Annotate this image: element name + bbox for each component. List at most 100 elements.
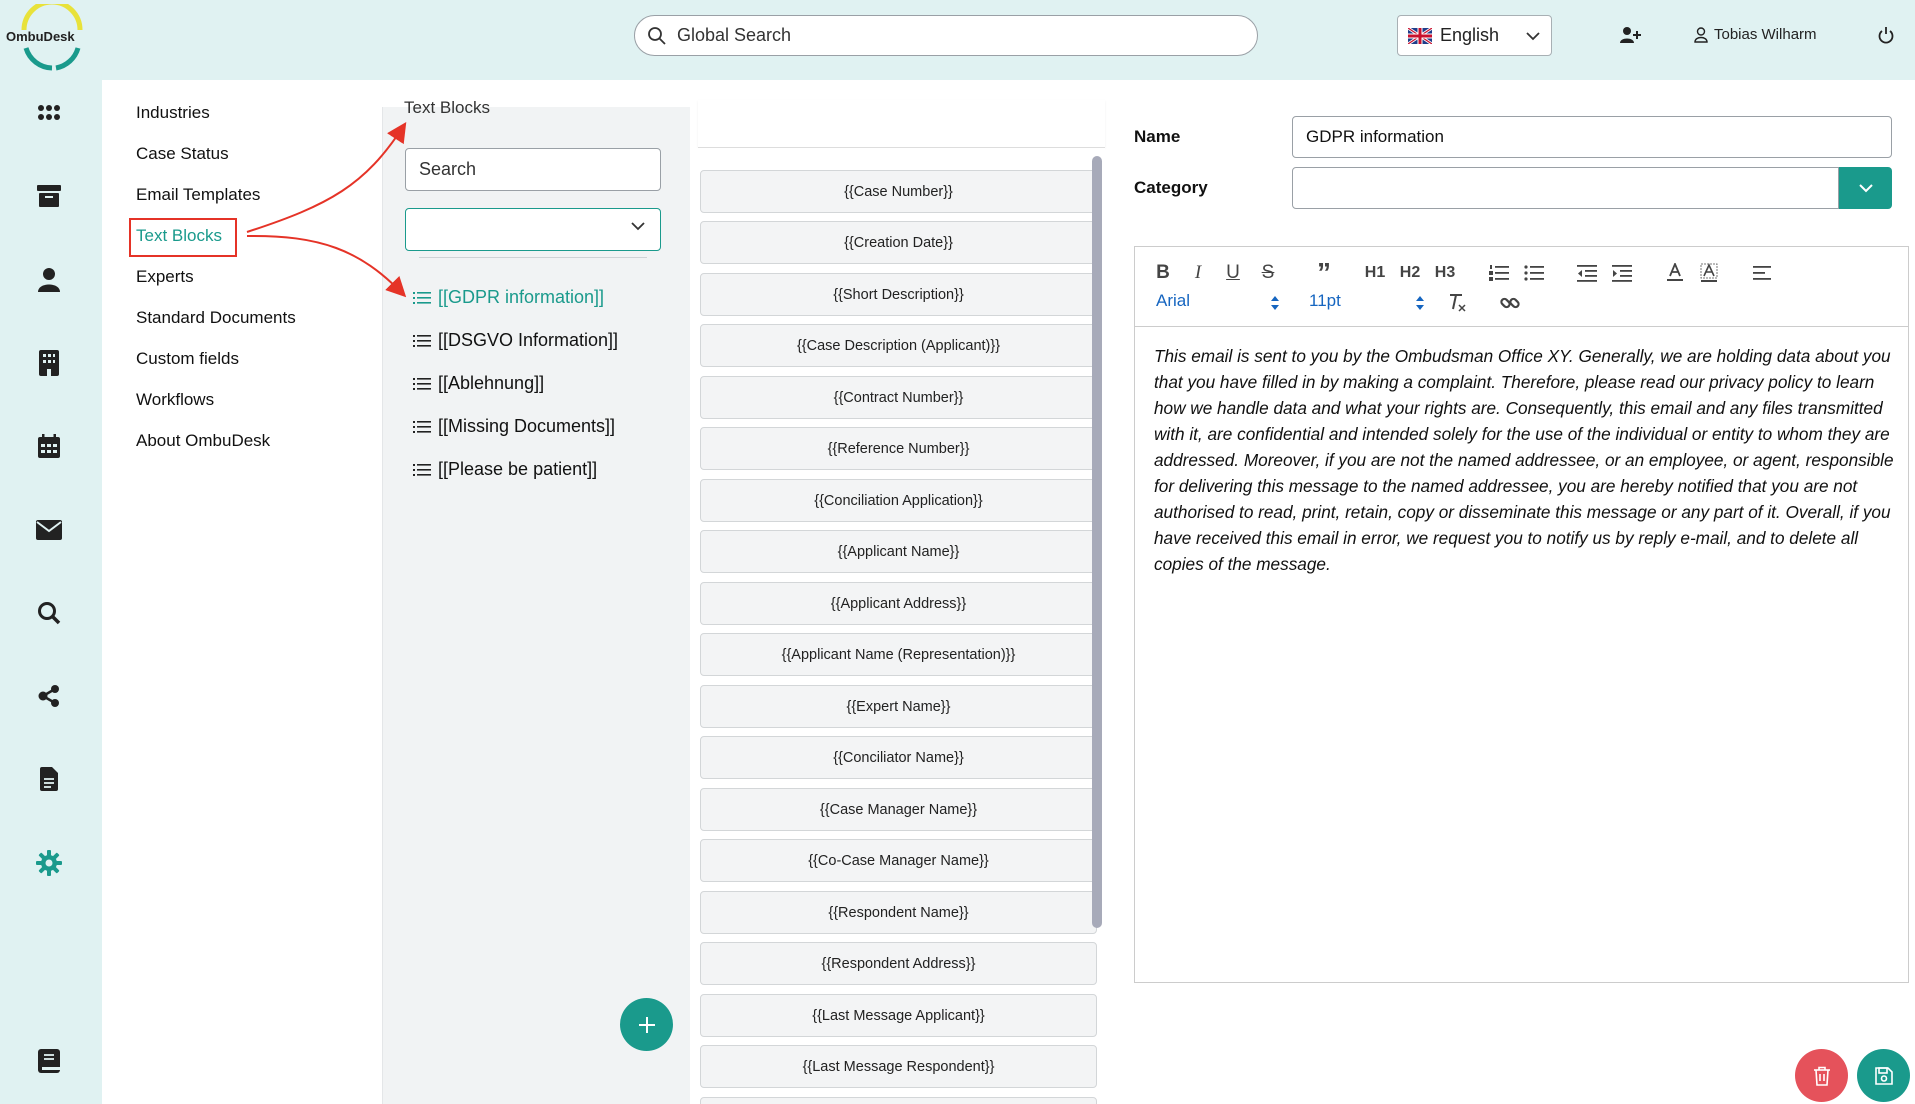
placeholder-list: {{Case Number}} {{Creation Date}} {{Shor… xyxy=(690,148,1105,1104)
clear-format-icon[interactable] xyxy=(1445,291,1469,315)
align-left-icon[interactable] xyxy=(1750,261,1774,285)
heading-3-button[interactable]: H3 xyxy=(1433,261,1457,285)
user-menu[interactable]: Tobias Wilharm xyxy=(1694,26,1817,43)
add-user-icon[interactable] xyxy=(1620,26,1642,49)
editor-toolbar: B I U S ” H1 H2 H3 Arial 11pt xyxy=(1135,247,1908,327)
plus-icon xyxy=(638,1016,655,1033)
placeholder-button[interactable]: {{Case Manager Name}} xyxy=(700,788,1097,831)
text-block-label: [[Missing Documents]] xyxy=(438,416,616,436)
placeholder-button[interactable]: {{Respondent Name}} xyxy=(700,891,1097,934)
placeholder-button[interactable]: {{Respondent Address}} xyxy=(700,942,1097,985)
uk-flag-icon xyxy=(1408,27,1432,44)
placeholder-button[interactable]: {{Last Message Respondent}} xyxy=(700,1045,1097,1088)
menu-item-standard-documents[interactable]: Standard Documents xyxy=(136,308,296,328)
share-icon[interactable] xyxy=(36,683,62,709)
placeholder-scrollbar[interactable] xyxy=(1092,156,1102,928)
text-block-item[interactable]: [[Missing Documents]] xyxy=(413,416,615,437)
placeholder-button[interactable]: {{Case Description (Applicant)}} xyxy=(700,324,1097,367)
global-search-input[interactable]: Global Search xyxy=(634,15,1258,56)
bold-button[interactable]: B xyxy=(1151,261,1175,285)
category-label: Category xyxy=(1134,178,1208,197)
placeholder-button[interactable]: {{Creation Date}} xyxy=(700,221,1097,264)
font-family-select[interactable]: Arial xyxy=(1156,291,1190,311)
placeholder-button[interactable]: {{Reference Number}} xyxy=(700,427,1097,470)
placeholder-button[interactable]: {{Contract Number}} xyxy=(700,376,1097,419)
placeholder-button[interactable]: {{Expert Name}} xyxy=(700,685,1097,728)
text-blocks-title: Text Blocks xyxy=(404,98,490,117)
background-color-icon[interactable] xyxy=(1697,261,1721,285)
text-block-item[interactable]: [[Ablehnung]] xyxy=(413,373,544,394)
user-icon xyxy=(1694,26,1708,43)
person-icon[interactable] xyxy=(36,267,62,293)
underline-button[interactable]: U xyxy=(1221,261,1245,285)
text-block-label: [[Please be patient]] xyxy=(438,459,598,479)
user-name: Tobias Wilharm xyxy=(1714,26,1817,43)
outdent-icon[interactable] xyxy=(1575,261,1599,285)
text-blocks-category-select[interactable] xyxy=(405,208,661,251)
placeholder-button[interactable]: {{Applicant Address}} xyxy=(700,582,1097,625)
bullet-list-icon[interactable] xyxy=(1522,261,1546,285)
menu-item-industries[interactable]: Industries xyxy=(136,103,210,123)
chevron-down-icon xyxy=(631,222,645,231)
menu-item-about[interactable]: About OmbuDesk xyxy=(136,431,270,451)
name-field[interactable]: GDPR information xyxy=(1292,116,1892,158)
text-block-label: [[DSGVO Information]] xyxy=(438,330,619,350)
power-icon[interactable] xyxy=(1878,26,1894,49)
text-block-item[interactable]: [[Please be patient]] xyxy=(413,459,597,480)
strikethrough-button[interactable]: S xyxy=(1256,261,1280,285)
placeholder-button[interactable]: {{Applicant Name (Representation)}} xyxy=(700,633,1097,676)
text-block-item[interactable]: [[DSGVO Information]] xyxy=(413,330,618,351)
text-block-item[interactable]: [[GDPR information]] xyxy=(413,287,604,308)
document-icon[interactable] xyxy=(36,766,62,792)
language-select[interactable]: English xyxy=(1397,15,1552,56)
editor-content[interactable]: This email is sent to you by the Ombudsm… xyxy=(1154,343,1894,577)
name-label: Name xyxy=(1134,127,1181,146)
font-size-updown-icon[interactable] xyxy=(1408,291,1432,315)
placeholder-button[interactable]: {{Case Number}} xyxy=(700,170,1097,213)
ombudesk-logo[interactable]: OmbuDesk xyxy=(6,0,98,72)
italic-button[interactable]: I xyxy=(1186,261,1210,285)
logo-text: OmbuDesk xyxy=(6,29,75,44)
menu-item-email-templates[interactable]: Email Templates xyxy=(136,185,260,205)
save-button[interactable] xyxy=(1857,1049,1910,1102)
search-icon[interactable] xyxy=(36,600,62,626)
indent-icon[interactable] xyxy=(1610,261,1634,285)
apps-grid-icon[interactable] xyxy=(36,100,62,126)
link-icon[interactable] xyxy=(1498,291,1522,315)
blockquote-button[interactable]: ” xyxy=(1312,259,1336,287)
archive-icon[interactable] xyxy=(36,183,62,209)
divider xyxy=(419,257,647,258)
rich-text-editor: B I U S ” H1 H2 H3 Arial 11pt This email… xyxy=(1134,246,1909,983)
placeholder-button[interactable]: {{Applicant Name}} xyxy=(700,530,1097,573)
delete-button[interactable] xyxy=(1795,1049,1848,1102)
placeholder-button[interactable]: {{Conciliator Name}} xyxy=(700,736,1097,779)
category-dropdown-button[interactable] xyxy=(1839,167,1892,209)
text-block-label: [[Ablehnung]] xyxy=(438,373,545,393)
book-icon[interactable] xyxy=(36,1048,62,1074)
heading-2-button[interactable]: H2 xyxy=(1398,261,1422,285)
add-text-block-button[interactable] xyxy=(620,998,673,1051)
menu-item-experts[interactable]: Experts xyxy=(136,267,194,287)
placeholder-button[interactable]: {{Last Message Applicant}} xyxy=(700,994,1097,1037)
placeholder-button[interactable]: {{Conciliation Application}} xyxy=(700,479,1097,522)
list-icon xyxy=(413,377,431,390)
ordered-list-icon[interactable] xyxy=(1487,261,1511,285)
placeholder-button[interactable]: {{Co-Case Manager Name}} xyxy=(700,839,1097,882)
menu-item-custom-fields[interactable]: Custom fields xyxy=(136,349,239,369)
text-blocks-search-input[interactable]: Search xyxy=(405,148,661,191)
mail-icon[interactable] xyxy=(36,517,62,543)
font-size-select[interactable]: 11pt xyxy=(1309,291,1341,311)
category-field[interactable] xyxy=(1292,167,1839,209)
font-family-updown-icon[interactable] xyxy=(1263,291,1287,315)
placeholder-button[interactable] xyxy=(700,1097,1097,1104)
menu-item-workflows[interactable]: Workflows xyxy=(136,390,214,410)
building-icon[interactable] xyxy=(36,350,62,376)
text-color-icon[interactable] xyxy=(1663,261,1687,285)
placeholder-button[interactable]: {{Short Description}} xyxy=(700,273,1097,316)
calendar-icon[interactable] xyxy=(36,433,62,459)
heading-1-button[interactable]: H1 xyxy=(1363,261,1387,285)
list-icon xyxy=(413,420,431,433)
list-icon xyxy=(413,334,431,347)
settings-gear-icon[interactable] xyxy=(36,850,62,876)
menu-item-case-status[interactable]: Case Status xyxy=(136,144,229,164)
